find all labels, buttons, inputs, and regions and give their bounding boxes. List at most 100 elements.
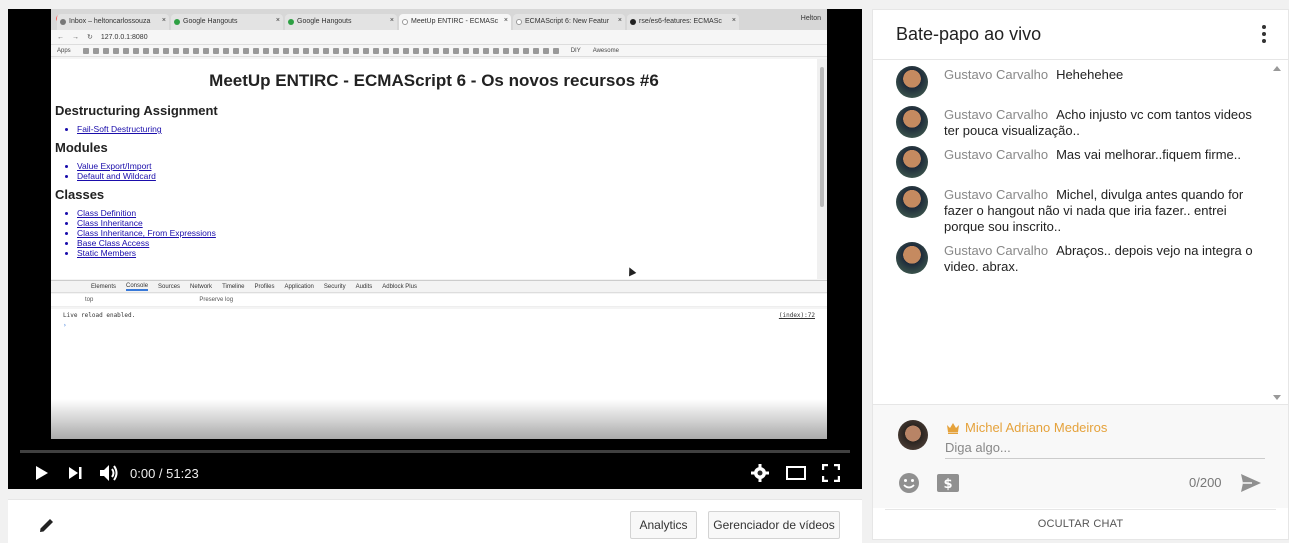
next-button[interactable] — [66, 464, 84, 482]
progress-bar[interactable] — [20, 450, 850, 453]
scroll-down-icon[interactable] — [1273, 395, 1281, 400]
favicon-icon — [402, 19, 408, 25]
video-player[interactable]: Inbox – heltoncarlossouza × Google Hangou… — [8, 9, 862, 489]
favicon-icon — [288, 19, 294, 25]
settings-button[interactable] — [750, 463, 770, 483]
super-chat-button[interactable]: $ — [936, 473, 960, 498]
message-author[interactable]: Gustavo Carvalho — [944, 243, 1048, 258]
console-prompt: › — [63, 322, 67, 329]
chat-scrollbar[interactable] — [1272, 62, 1282, 402]
chat-input[interactable]: Diga algo... — [945, 439, 1265, 459]
page-link: Class Inheritance — [77, 218, 813, 228]
favicon-icon — [516, 19, 522, 25]
video-manager-button[interactable]: Gerenciador de vídeos — [708, 511, 840, 539]
browser-profile: Helton — [800, 15, 821, 22]
fullscreen-button[interactable] — [822, 464, 840, 482]
chat-message: Gustavo Carvalho Hehehehee — [896, 66, 1256, 98]
link-list: Class Definition Class Inheritance Class… — [77, 208, 813, 258]
skip-next-icon — [69, 467, 82, 479]
browser-tab: Google Hangouts × — [171, 14, 283, 30]
forward-icon: → — [72, 33, 79, 41]
message-author[interactable]: Gustavo Carvalho — [944, 67, 1048, 82]
avatar[interactable] — [896, 242, 928, 274]
volume-icon — [100, 465, 118, 481]
bookmark-diy: DIY — [570, 47, 581, 54]
chat-message: Gustavo Carvalho Abraços.. depois vejo na… — [896, 242, 1256, 275]
svg-text:$: $ — [943, 477, 952, 492]
browser-tab: rse/es6-features: ECMASc × — [627, 14, 739, 30]
edit-button[interactable] — [38, 516, 56, 539]
link-list: Value Export/Import Default and Wildcard — [77, 161, 813, 181]
play-button[interactable] — [32, 464, 50, 482]
video-actions-bar: Analytics Gerenciador de vídeos — [8, 499, 862, 543]
chat-messages: Gustavo Carvalho Hehehehee Gustavo Carval… — [873, 61, 1273, 401]
web-page: MeetUp ENTIRC - ECMAScript 6 - Os novos … — [51, 59, 817, 279]
preserve-log-label: Preserve log — [199, 297, 234, 303]
play-icon — [36, 466, 48, 480]
chat-composer: Michel Adriano Medeiros Diga algo... $ 0… — [873, 404, 1288, 530]
message-text: Hehehehee — [1056, 67, 1124, 82]
hide-chat-button[interactable]: OCULTAR CHAT — [885, 509, 1276, 538]
chat-title: Bate-papo ao vivo — [896, 24, 1042, 44]
bookmark-apps: Apps — [57, 47, 71, 54]
chat-header: Bate-papo ao vivo — [873, 10, 1288, 60]
browser-tabbar: Inbox – heltoncarlossouza × Google Hangou… — [51, 9, 827, 30]
avatar[interactable] — [896, 66, 928, 98]
avatar — [898, 420, 928, 450]
theater-mode-button[interactable] — [786, 466, 806, 480]
page-link: Fail-Soft Destructuring — [77, 124, 813, 134]
page-link: Static Members — [77, 248, 813, 258]
devtools-tabbar: Elements Console Sources Network Timelin… — [51, 280, 827, 293]
pencil-icon — [40, 519, 53, 532]
back-icon: ← — [57, 33, 64, 41]
bookmark-icons — [82, 47, 559, 54]
scroll-up-icon[interactable] — [1273, 66, 1281, 71]
avatar[interactable] — [896, 146, 928, 178]
send-icon — [1241, 474, 1261, 492]
gear-icon — [751, 464, 769, 482]
current-user-name: Michel Adriano Medeiros — [965, 420, 1108, 435]
message-author[interactable]: Gustavo Carvalho — [944, 147, 1048, 162]
page-title: MeetUp ENTIRC - ECMAScript 6 - Os novos … — [209, 71, 659, 90]
page-scrollbar — [817, 59, 827, 279]
github-icon — [630, 19, 636, 25]
console-log-ref: (index):72 — [778, 312, 815, 319]
browser-tab: Google Hangouts × — [285, 14, 397, 30]
page-link: Class Definition — [77, 208, 813, 218]
console-context: top — [85, 297, 94, 303]
crown-icon — [947, 423, 959, 434]
live-chat-panel: Bate-papo ao vivo Gustavo Carvalho Hehehe… — [872, 9, 1289, 540]
analytics-button[interactable]: Analytics — [630, 511, 697, 539]
dollar-icon: $ — [937, 474, 959, 492]
browser-tab-active: MeetUp ENTIRC - ECMASc × — [399, 14, 511, 30]
favicon-icon — [60, 19, 66, 25]
bookmarks-bar: Apps DIY Awesome — [51, 45, 827, 57]
page-link: Class Inheritance, From Expressions — [77, 228, 813, 238]
section-heading: Destructuring Assignment — [55, 103, 218, 118]
volume-button[interactable] — [98, 463, 120, 483]
chat-message: Gustavo Carvalho Mas vai melhorar..fiquem… — [896, 146, 1256, 178]
avatar[interactable] — [896, 186, 928, 218]
avatar[interactable] — [896, 106, 928, 138]
smiley-icon — [899, 473, 919, 493]
fullscreen-icon — [822, 464, 840, 482]
reload-icon: ↻ — [87, 34, 93, 41]
page-link: Value Export/Import — [77, 161, 813, 171]
devtools-console-toolbar: top Preserve log — [51, 294, 827, 307]
favicon-icon — [174, 19, 180, 25]
page-link: Default and Wildcard — [77, 171, 813, 181]
message-text: Mas vai melhorar..fiquem firme.. — [1056, 147, 1242, 162]
emoji-button[interactable] — [898, 472, 920, 499]
section-heading: Modules — [55, 140, 108, 155]
link-list: Fail-Soft Destructuring — [77, 124, 813, 134]
chat-message: Gustavo Carvalho Michel, divulga antes qu… — [896, 186, 1256, 235]
theater-icon — [786, 466, 806, 480]
browser-tab: ECMAScript 6: New Featur × — [513, 14, 625, 30]
send-button[interactable] — [1240, 473, 1262, 498]
section-heading: Classes — [55, 187, 105, 202]
message-author[interactable]: Gustavo Carvalho — [944, 187, 1048, 202]
more-options-icon[interactable] — [1262, 25, 1266, 43]
player-controls: 0:00 / 51:23 — [8, 457, 862, 489]
message-author[interactable]: Gustavo Carvalho — [944, 107, 1048, 122]
browser-tab: Inbox – heltoncarlossouza × — [57, 14, 169, 30]
